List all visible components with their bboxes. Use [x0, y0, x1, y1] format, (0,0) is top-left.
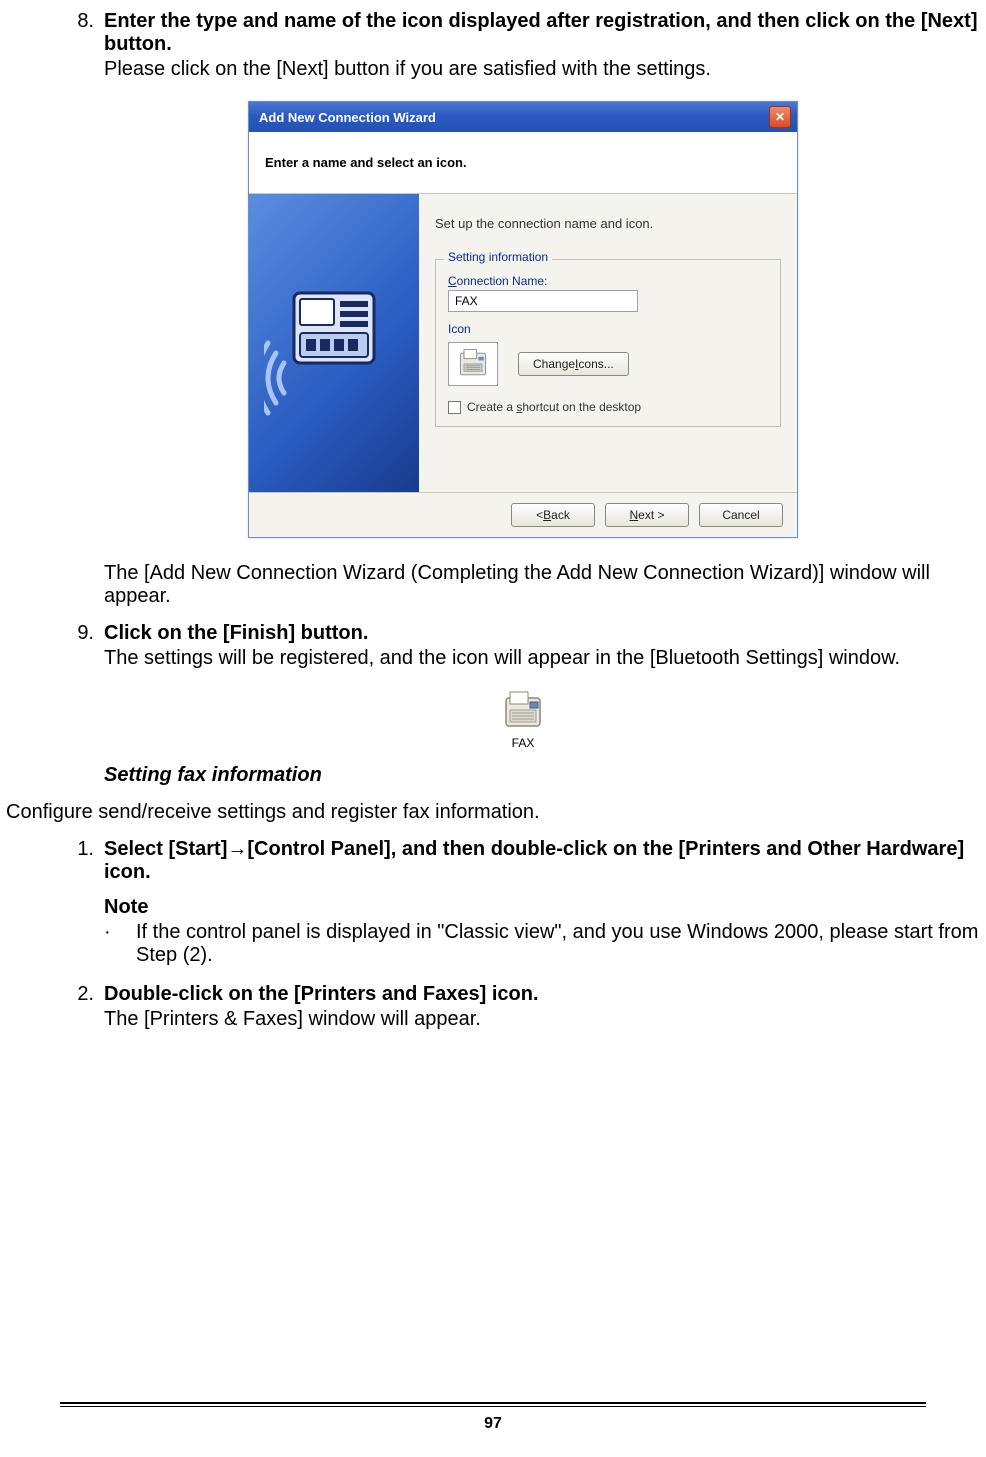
- step-number-1: 1.: [66, 838, 94, 861]
- back-button[interactable]: < Back: [511, 503, 595, 527]
- step-8-title: Enter the type and name of the icon disp…: [104, 10, 980, 56]
- fax-result-icon: [500, 688, 546, 734]
- step-9-body: The settings will be registered, and the…: [104, 647, 980, 670]
- next-button[interactable]: Next >: [605, 503, 689, 527]
- cancel-button[interactable]: Cancel: [699, 503, 783, 527]
- step-2-title: Double-click on the [Printers and Faxes]…: [104, 983, 980, 1006]
- step-8-body: Please click on the [Next] button if you…: [104, 58, 980, 81]
- section-title-fax-info: Setting fax information: [104, 764, 980, 787]
- dialog-instruction: Set up the connection name and icon.: [435, 216, 781, 231]
- fax-icon-label: FAX: [512, 736, 535, 750]
- fax-icon-figure: FAX: [493, 688, 553, 750]
- dialog-banner: Enter a name and select an icon.: [249, 132, 797, 194]
- step-number-2: 2.: [66, 983, 94, 1006]
- fax-wireless-icon: [264, 263, 404, 423]
- step-number-9: 9.: [66, 622, 94, 645]
- page-footer: 97: [0, 1402, 986, 1433]
- shortcut-label: Create a shortcut on the desktop: [467, 400, 641, 414]
- close-button[interactable]: ✕: [769, 106, 791, 128]
- connection-name-input[interactable]: [448, 290, 638, 312]
- note-body: ·If the control panel is displayed in "C…: [120, 921, 980, 967]
- dialog-titlebar: Add New Connection Wizard ✕: [249, 102, 797, 132]
- page-number: 97: [0, 1415, 986, 1433]
- dialog-side-graphic: [249, 194, 419, 492]
- change-icons-button[interactable]: Change Icons...: [518, 352, 629, 376]
- setting-information-group: Setting information Connection Name: Ico…: [435, 259, 781, 427]
- wizard-dialog: Add New Connection Wizard ✕ Enter a name…: [248, 101, 798, 538]
- banner-text: Enter a name and select an icon.: [265, 155, 467, 170]
- fieldset-legend: Setting information: [444, 250, 552, 264]
- icon-preview: [448, 342, 498, 386]
- step-8-followup: The [Add New Connection Wizard (Completi…: [104, 562, 980, 608]
- note-label: Note: [104, 896, 980, 919]
- close-icon: ✕: [775, 110, 785, 124]
- step-number-8: 8.: [66, 10, 94, 33]
- intro-paragraph: Configure send/receive settings and regi…: [0, 801, 986, 824]
- connection-name-label: Connection Name:: [448, 274, 768, 288]
- icon-label: Icon: [448, 322, 768, 336]
- shortcut-checkbox[interactable]: [448, 401, 461, 414]
- step-9-title: Click on the [Finish] button.: [104, 622, 980, 645]
- step-1-title: Select [Start]→[Control Panel], and then…: [104, 838, 980, 884]
- fax-icon: [455, 346, 491, 382]
- step-2-body: The [Printers & Faxes] window will appea…: [104, 1008, 980, 1031]
- dialog-title: Add New Connection Wizard: [259, 110, 436, 125]
